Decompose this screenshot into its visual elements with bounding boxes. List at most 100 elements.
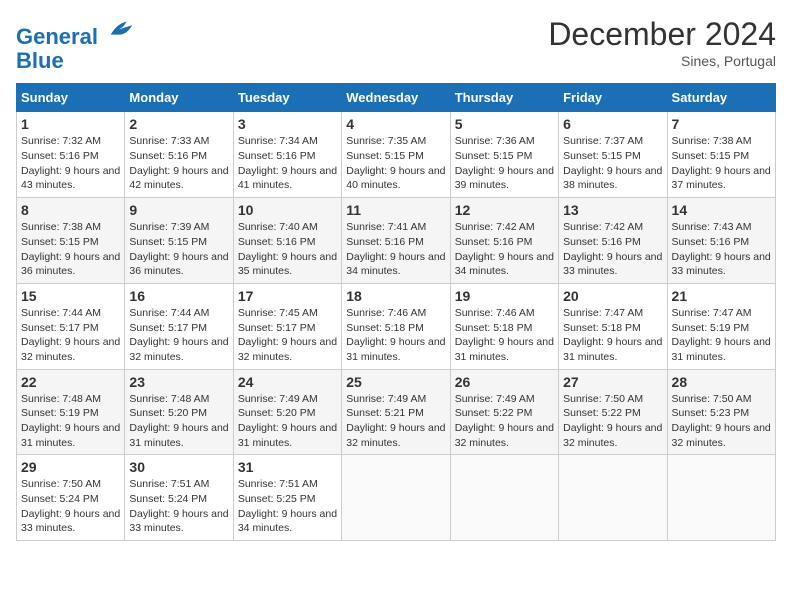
calendar-cell: 27Sunrise: 7:50 AMSunset: 5:22 PMDayligh…: [559, 369, 667, 455]
weekday-header-row: SundayMondayTuesdayWednesdayThursdayFrid…: [17, 84, 776, 112]
calendar-cell: 7Sunrise: 7:38 AMSunset: 5:15 PMDaylight…: [667, 112, 775, 198]
calendar-table: SundayMondayTuesdayWednesdayThursdayFrid…: [16, 83, 776, 541]
day-info: Sunrise: 7:47 AMSunset: 5:19 PMDaylight:…: [672, 306, 771, 365]
calendar-cell: 22Sunrise: 7:48 AMSunset: 5:19 PMDayligh…: [17, 369, 125, 455]
day-number: 12: [455, 202, 554, 218]
calendar-cell: [559, 455, 667, 541]
day-number: 29: [21, 459, 120, 475]
day-info: Sunrise: 7:48 AMSunset: 5:19 PMDaylight:…: [21, 392, 120, 451]
day-info: Sunrise: 7:50 AMSunset: 5:23 PMDaylight:…: [672, 392, 771, 451]
calendar-cell: 13Sunrise: 7:42 AMSunset: 5:16 PMDayligh…: [559, 198, 667, 284]
calendar-week-row: 8Sunrise: 7:38 AMSunset: 5:15 PMDaylight…: [17, 198, 776, 284]
calendar-cell: 11Sunrise: 7:41 AMSunset: 5:16 PMDayligh…: [342, 198, 450, 284]
calendar-week-row: 22Sunrise: 7:48 AMSunset: 5:19 PMDayligh…: [17, 369, 776, 455]
calendar-week-row: 15 Sunrise: 7:44 AMSunset: 5:17 PMDayligh…: [17, 283, 776, 369]
calendar-cell: 12 Sunrise: 7:42 AMSunset: 5:16 PMDayligh…: [450, 198, 558, 284]
day-number: 2: [129, 116, 228, 132]
day-info: Sunrise: 7:32 AMSunset: 5:16 PMDaylight:…: [21, 134, 120, 193]
day-number: 3: [238, 116, 337, 132]
day-info: Sunrise: 7:49 AMSunset: 5:21 PMDaylight:…: [346, 392, 445, 451]
day-info: Sunrise: 7:37 AMSunset: 5:15 PMDaylight:…: [563, 134, 662, 193]
day-number: 9: [129, 202, 228, 218]
calendar-cell: 9 Sunrise: 7:39 AMSunset: 5:15 PMDaylight…: [125, 198, 233, 284]
day-number: 11: [346, 202, 445, 218]
day-info: Sunrise: 7:46 AMSunset: 5:18 PMDaylight:…: [346, 306, 445, 365]
calendar-cell: 20 Sunrise: 7:47 AMSunset: 5:18 PMDayligh…: [559, 283, 667, 369]
day-number: 16: [129, 288, 228, 304]
calendar-cell: 18 Sunrise: 7:46 AMSunset: 5:18 PMDayligh…: [342, 283, 450, 369]
weekday-header-thursday: Thursday: [450, 84, 558, 112]
weekday-header-wednesday: Wednesday: [342, 84, 450, 112]
calendar-cell: 3 Sunrise: 7:34 AMSunset: 5:16 PMDaylight…: [233, 112, 341, 198]
day-number: 1: [21, 116, 120, 132]
day-info: Sunrise: 7:42 AMSunset: 5:16 PMDaylight:…: [455, 220, 554, 279]
calendar-cell: 21 Sunrise: 7:47 AMSunset: 5:19 PMDayligh…: [667, 283, 775, 369]
day-info: Sunrise: 7:44 AMSunset: 5:17 PMDaylight:…: [129, 306, 228, 365]
day-number: 4: [346, 116, 445, 132]
logo-blue: Blue: [16, 48, 64, 73]
calendar-week-row: 1 Sunrise: 7:32 AMSunset: 5:16 PMDaylight…: [17, 112, 776, 198]
weekday-header-tuesday: Tuesday: [233, 84, 341, 112]
weekday-header-monday: Monday: [125, 84, 233, 112]
day-info: Sunrise: 7:39 AMSunset: 5:15 PMDaylight:…: [129, 220, 228, 279]
day-number: 19: [455, 288, 554, 304]
day-info: Sunrise: 7:35 AMSunset: 5:15 PMDaylight:…: [346, 134, 445, 193]
calendar-cell: 5Sunrise: 7:36 AMSunset: 5:15 PMDaylight…: [450, 112, 558, 198]
calendar-cell: 19 Sunrise: 7:46 AMSunset: 5:18 PMDayligh…: [450, 283, 558, 369]
calendar-cell: 15 Sunrise: 7:44 AMSunset: 5:17 PMDayligh…: [17, 283, 125, 369]
day-info: Sunrise: 7:48 AMSunset: 5:20 PMDaylight:…: [129, 392, 228, 451]
calendar-cell: 25 Sunrise: 7:49 AMSunset: 5:21 PMDayligh…: [342, 369, 450, 455]
calendar-cell: 10 Sunrise: 7:40 AMSunset: 5:16 PMDayligh…: [233, 198, 341, 284]
calendar-week-row: 29 Sunrise: 7:50 AMSunset: 5:24 PMDayligh…: [17, 455, 776, 541]
logo-general: General: [16, 24, 98, 49]
day-info: Sunrise: 7:47 AMSunset: 5:18 PMDaylight:…: [563, 306, 662, 365]
day-number: 8: [21, 202, 120, 218]
calendar-cell: 2 Sunrise: 7:33 AMSunset: 5:16 PMDaylight…: [125, 112, 233, 198]
day-number: 10: [238, 202, 337, 218]
day-number: 6: [563, 116, 662, 132]
day-number: 15: [21, 288, 120, 304]
day-number: 20: [563, 288, 662, 304]
logo: General Blue: [16, 16, 134, 73]
day-info: Sunrise: 7:50 AMSunset: 5:24 PMDaylight:…: [21, 477, 120, 536]
location-subtitle: Sines, Portugal: [548, 53, 776, 69]
day-number: 31: [238, 459, 337, 475]
day-number: 17: [238, 288, 337, 304]
day-number: 21: [672, 288, 771, 304]
day-number: 5: [455, 116, 554, 132]
calendar-cell: 1 Sunrise: 7:32 AMSunset: 5:16 PMDaylight…: [17, 112, 125, 198]
day-info: Sunrise: 7:49 AMSunset: 5:22 PMDaylight:…: [455, 392, 554, 451]
calendar-cell: 14Sunrise: 7:43 AMSunset: 5:16 PMDayligh…: [667, 198, 775, 284]
day-info: Sunrise: 7:51 AMSunset: 5:25 PMDaylight:…: [238, 477, 337, 536]
day-number: 25: [346, 374, 445, 390]
day-info: Sunrise: 7:45 AMSunset: 5:17 PMDaylight:…: [238, 306, 337, 365]
day-info: Sunrise: 7:51 AMSunset: 5:24 PMDaylight:…: [129, 477, 228, 536]
day-number: 18: [346, 288, 445, 304]
day-info: Sunrise: 7:33 AMSunset: 5:16 PMDaylight:…: [129, 134, 228, 193]
logo-bird-icon: [106, 16, 134, 44]
calendar-cell: 16 Sunrise: 7:44 AMSunset: 5:17 PMDayligh…: [125, 283, 233, 369]
day-number: 28: [672, 374, 771, 390]
calendar-cell: 30 Sunrise: 7:51 AMSunset: 5:24 PMDayligh…: [125, 455, 233, 541]
calendar-cell: 24Sunrise: 7:49 AMSunset: 5:20 PMDayligh…: [233, 369, 341, 455]
day-info: Sunrise: 7:44 AMSunset: 5:17 PMDaylight:…: [21, 306, 120, 365]
day-info: Sunrise: 7:42 AMSunset: 5:16 PMDaylight:…: [563, 220, 662, 279]
calendar-cell: 23 Sunrise: 7:48 AMSunset: 5:20 PMDayligh…: [125, 369, 233, 455]
day-info: Sunrise: 7:46 AMSunset: 5:18 PMDaylight:…: [455, 306, 554, 365]
calendar-cell: 17 Sunrise: 7:45 AMSunset: 5:17 PMDayligh…: [233, 283, 341, 369]
day-info: Sunrise: 7:50 AMSunset: 5:22 PMDaylight:…: [563, 392, 662, 451]
calendar-cell: 4 Sunrise: 7:35 AMSunset: 5:15 PMDaylight…: [342, 112, 450, 198]
calendar-cell: [342, 455, 450, 541]
day-number: 30: [129, 459, 228, 475]
day-number: 26: [455, 374, 554, 390]
calendar-cell: 28 Sunrise: 7:50 AMSunset: 5:23 PMDayligh…: [667, 369, 775, 455]
day-number: 24: [238, 374, 337, 390]
calendar-cell: 26 Sunrise: 7:49 AMSunset: 5:22 PMDayligh…: [450, 369, 558, 455]
day-info: Sunrise: 7:34 AMSunset: 5:16 PMDaylight:…: [238, 134, 337, 193]
day-number: 23: [129, 374, 228, 390]
day-info: Sunrise: 7:38 AMSunset: 5:15 PMDaylight:…: [672, 134, 771, 193]
page-header: General Blue December 2024 Sines, Portug…: [16, 16, 776, 73]
calendar-cell: 31 Sunrise: 7:51 AMSunset: 5:25 PMDayligh…: [233, 455, 341, 541]
day-info: Sunrise: 7:40 AMSunset: 5:16 PMDaylight:…: [238, 220, 337, 279]
month-title: December 2024: [548, 16, 776, 53]
